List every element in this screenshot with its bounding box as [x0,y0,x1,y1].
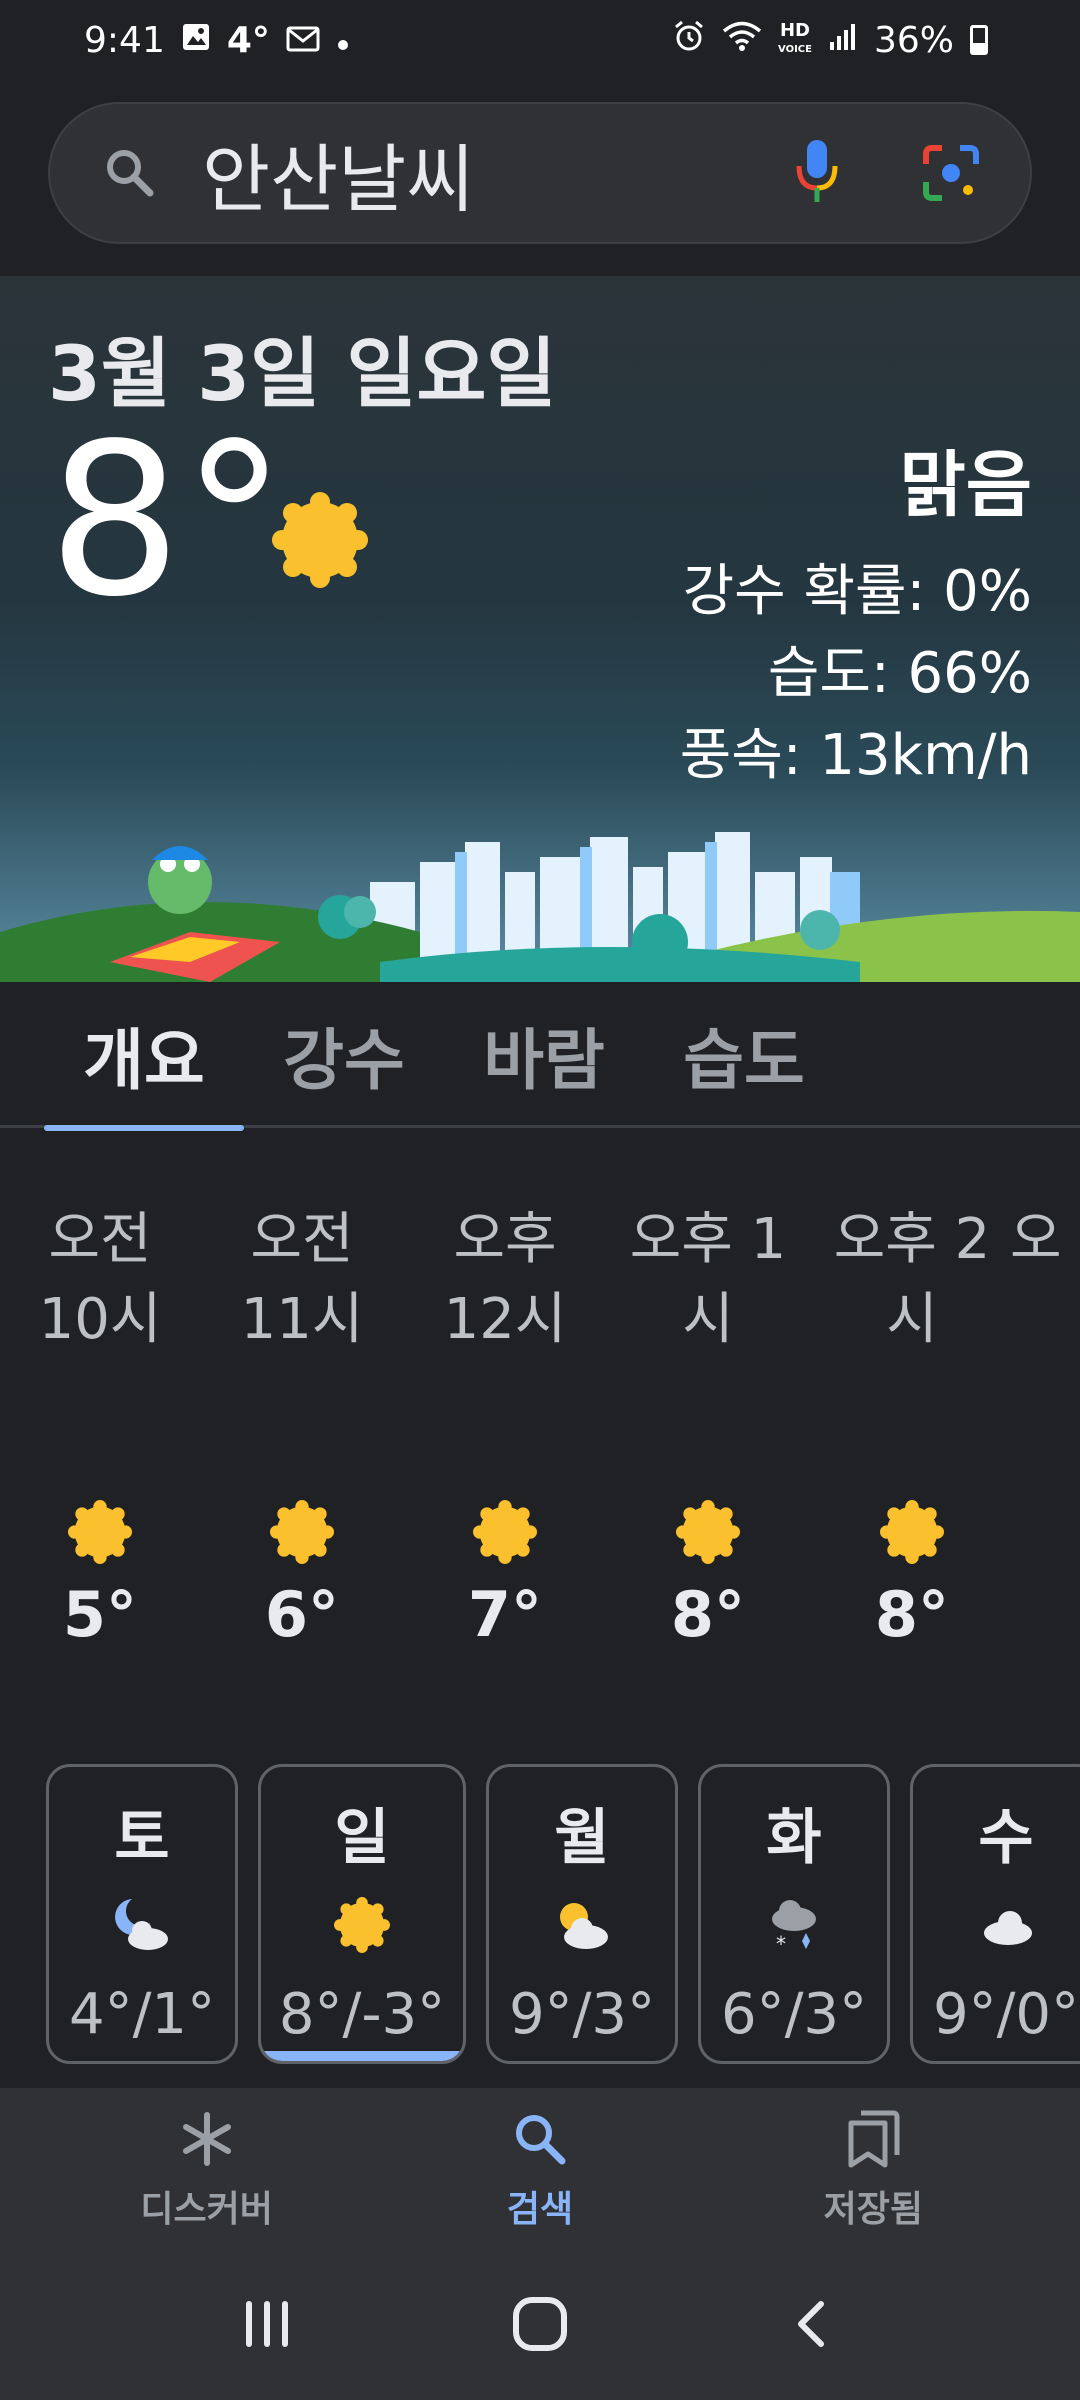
hour-temperature: 7° [467,1578,543,1651]
saved-icon [753,2104,993,2174]
day-temperatures: 9°/3° [508,1982,656,2047]
status-bar: 9:41 4° HD VOICE 36% [0,0,1080,80]
hour-item: 오후 1 시 8° [608,1200,808,1651]
hour-temperature: 6° [264,1578,340,1651]
signal-icon [828,20,858,61]
hour-temperature: 5° [62,1578,138,1651]
weather-tabs: 개요 강수 바람 습도 [0,982,1080,1131]
battery-icon [970,25,988,55]
daily-forecast[interactable]: 토 4°/1° 일 8°/-3° 월 9°/3° 화 * 6°/3° 수 9°/… [0,1764,1080,2068]
day-temperatures: 9°/0° [932,1982,1080,2047]
hour-label-line1: 오전 [48,1207,152,1272]
wind-speed: 풍속: 13km/h [679,723,1032,788]
nav-saved-label: 저장됨 [823,2189,923,2230]
sun-icon [0,1500,200,1564]
weather-details: 맑음 강수 확률: 0% 습도: 66% 풍속: 13km/h [680,426,1032,797]
discover-icon [87,2104,327,2174]
day-name: 화 [766,1803,822,1873]
home-icon[interactable] [480,2284,600,2364]
hour-item-partial: 오 [1010,1200,1080,1360]
tab-humidity[interactable]: 습도 [644,982,844,1128]
mail-icon [286,20,320,61]
hour-item: 오전 11시 6° [202,1200,402,1651]
sun-icon [405,1500,605,1564]
hour-temperature: 8° [670,1578,746,1651]
bottom-navigation: 디스커버 검색 저장됨 [0,2088,1080,2248]
hour-temperature: 8° [874,1578,950,1651]
hour-label-line1: 오후 [453,1207,557,1272]
sun-icon [202,1500,402,1564]
svg-text:*: * [776,1932,786,1956]
precipitation-chance: 강수 확률: 0% [682,559,1032,624]
system-navigation [0,2248,1080,2400]
day-name: 월 [554,1803,610,1873]
hour-label-line2: 시 [682,1287,734,1352]
hour-label-line1: 오전 [250,1207,354,1272]
sun-cloud-icon [489,1890,675,1960]
day-name: 일 [334,1803,390,1873]
search-icon [102,145,158,201]
hour-item: 오후 12시 7° [405,1200,605,1651]
sun-icon [812,1500,1012,1564]
day-card-mon[interactable]: 월 9°/3° [486,1764,678,2064]
current-temperature: 8° [48,398,287,643]
gallery-icon [181,20,211,61]
tab-wind[interactable]: 바람 [444,982,644,1128]
hour-label-line2: 11시 [240,1287,364,1352]
mic-icon[interactable] [794,138,840,208]
search-bar-wrapper: 안산날씨 [48,102,1032,244]
hour-label-line2: 10시 [38,1287,162,1352]
snow-cloud-icon: * [701,1890,887,1960]
battery-percent: 36% [873,19,954,61]
dot-icon [336,20,350,61]
day-temperatures: 4°/1° [68,1982,216,2047]
day-card-wed[interactable]: 수 9°/0° [910,1764,1080,2064]
hour-label-line2: 시 [886,1287,938,1352]
search-icon [420,2104,660,2174]
hd-voice-icon: HD VOICE [778,19,812,55]
day-name: 토 [114,1803,170,1873]
day-card-sat[interactable]: 토 4°/1° [46,1764,238,2064]
day-temperatures: 8°/-3° [278,1982,446,2047]
back-icon[interactable] [753,2284,873,2364]
weather-condition: 맑음 [899,443,1032,527]
nav-search-label: 검색 [506,2189,574,2230]
humidity: 습도: 66% [767,641,1032,706]
hour-label-line1: 오후 1 [629,1207,787,1272]
tab-precipitation[interactable]: 강수 [244,982,444,1128]
tab-overview[interactable]: 개요 [44,982,244,1131]
search-bar[interactable]: 안산날씨 [48,102,1032,244]
hour-label-line1: 오 [1010,1207,1062,1272]
hour-item: 오전 10시 5° [0,1200,200,1651]
nav-saved[interactable]: 저장됨 [753,2104,993,2232]
nav-discover-label: 디스커버 [140,2189,273,2230]
sun-icon [261,1890,463,1960]
wifi-icon [722,20,762,61]
weather-hero: 3월 3일 일요일 8° 맑음 강수 확률: 0% 습도: 66% 풍속: 13… [0,276,1080,982]
sun-icon [608,1500,808,1564]
moon-cloud-icon [49,1890,235,1960]
weather-illustration [0,832,1080,982]
hour-label-line2: 12시 [443,1287,567,1352]
cloud-icon [913,1890,1080,1960]
hourly-forecast[interactable]: 오전 10시 5° 오전 11시 6° 오후 12시 7° 오후 1 시 8° 오후 2… [0,1200,1080,1680]
google-lens-icon[interactable] [922,144,980,202]
day-temperatures: 6°/3° [720,1982,868,2047]
nav-search[interactable]: 검색 [420,2104,660,2232]
nav-discover[interactable]: 디스커버 [87,2104,327,2232]
day-card-tue[interactable]: 화 * 6°/3° [698,1764,890,2064]
search-input[interactable]: 안산날씨 [202,120,794,227]
sun-icon [272,492,368,592]
hour-item: 오후 2 시 8° [812,1200,1012,1651]
recents-icon[interactable] [207,2284,327,2364]
status-temp: 4° [226,19,270,61]
day-card-sun[interactable]: 일 8°/-3° [258,1764,466,2064]
hour-label-line1: 오후 2 [833,1207,991,1272]
status-time: 9:41 [84,19,165,61]
day-name: 수 [978,1803,1034,1873]
alarm-icon [672,19,706,62]
